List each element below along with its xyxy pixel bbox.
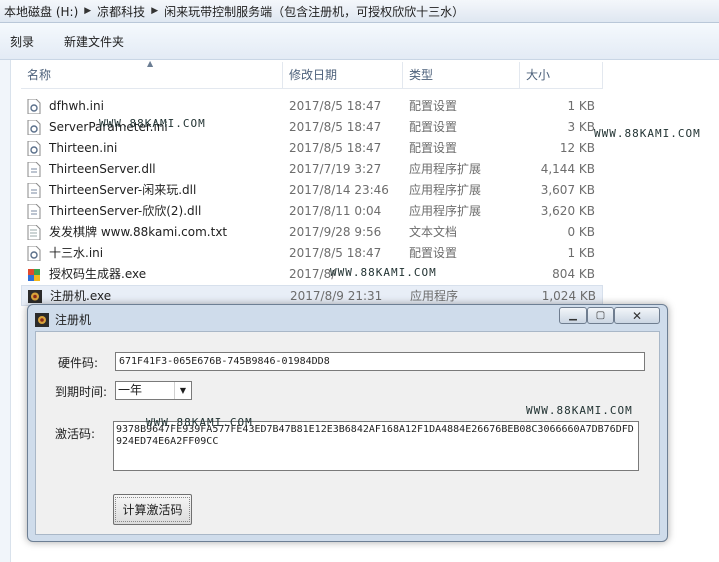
file-name: ThirteenServer.dll bbox=[49, 162, 156, 176]
file-date: 2017/8/14 23:46 bbox=[289, 183, 389, 197]
file-date: 2017/8/ bbox=[289, 267, 336, 281]
breadcrumb-folder-2[interactable]: 闲来玩带控制服务端（包含注册机，可授权欣欣十三水） bbox=[160, 3, 468, 20]
file-size: 4,144 KB bbox=[540, 162, 595, 176]
file-row-fafa-txt[interactable]: 发发棋牌 www.88kami.com.txt 2017/9/28 9:56 文… bbox=[21, 222, 603, 243]
dll-file-icon bbox=[27, 183, 41, 198]
address-bar[interactable]: 本地磁盘 (H:) ▶ 凉都科技 ▶ 闲来玩带控制服务端（包含注册机，可授权欣欣… bbox=[0, 0, 719, 23]
file-type: 应用程序扩展 bbox=[409, 162, 482, 176]
file-size: 3 KB bbox=[567, 120, 595, 134]
file-type: 应用程序扩展 bbox=[409, 204, 482, 218]
watermark-text: WWW.88KAMI.COM bbox=[594, 127, 701, 140]
file-size: 3,607 KB bbox=[540, 183, 595, 197]
txt-file-icon bbox=[27, 225, 41, 240]
minimize-icon: ▁ bbox=[569, 310, 577, 321]
file-row-thirteenserver-xinxin[interactable]: ThirteenServer-欣欣(2).dll 2017/8/11 0:04 … bbox=[21, 201, 603, 222]
close-icon: ✕ bbox=[631, 308, 643, 323]
column-header: 名称 ▲ 修改日期 类型 大小 bbox=[21, 59, 603, 89]
expiry-select[interactable]: 一年 ▼ bbox=[115, 381, 192, 400]
watermark-text: WWW.88KAMI.COM bbox=[146, 416, 253, 429]
file-name: dfhwh.ini bbox=[49, 99, 104, 113]
command-toolbar: 刻录 新建文件夹 bbox=[0, 23, 719, 60]
file-date: 2017/8/5 18:47 bbox=[289, 141, 382, 155]
keygen-dialog: 注册机 ▁ ▢ ✕ 硬件码: 671F41F3-065E676B-745B984… bbox=[27, 304, 668, 542]
watermark-text: WWW.88KAMI.COM bbox=[526, 404, 633, 417]
file-size: 1 KB bbox=[567, 99, 595, 113]
column-date-header[interactable]: 修改日期 bbox=[283, 62, 403, 88]
close-button[interactable]: ✕ bbox=[614, 307, 660, 324]
watermark-text: WWW.88KAMI.COM bbox=[330, 266, 437, 279]
column-type-header[interactable]: 类型 bbox=[403, 62, 520, 88]
file-date: 2017/8/5 18:47 bbox=[289, 120, 382, 134]
file-row-keygen-exe[interactable]: 注册机.exe 2017/8/9 21:31 应用程序 1,024 KB bbox=[21, 285, 603, 306]
file-name: ThirteenServer-闲来玩.dll bbox=[49, 183, 197, 197]
file-row-thirteen-ini[interactable]: Thirteen.ini 2017/8/5 18:47 配置设置 12 KB bbox=[21, 138, 603, 159]
breadcrumb-chevron-icon[interactable]: ▶ bbox=[149, 6, 160, 16]
sort-up-icon: ▲ bbox=[147, 59, 154, 68]
hardware-code-field[interactable]: 671F41F3-065E676B-745B9846-01984DD8 bbox=[115, 352, 645, 371]
file-date: 2017/7/19 3:27 bbox=[289, 162, 382, 176]
hardware-code-label: 硬件码: bbox=[58, 356, 99, 370]
file-row-thirteenserver-xianlaiwan[interactable]: ThirteenServer-闲来玩.dll 2017/8/14 23:46 应… bbox=[21, 180, 603, 201]
app-icon bbox=[35, 313, 49, 327]
calculate-activation-label: 计算激活码 bbox=[115, 497, 190, 522]
file-date: 2017/8/5 18:47 bbox=[289, 99, 382, 113]
file-name: ThirteenServer-欣欣(2).dll bbox=[49, 204, 202, 218]
dialog-client-area: 硬件码: 671F41F3-065E676B-745B9846-01984DD8… bbox=[35, 331, 660, 535]
maximize-icon: ▢ bbox=[595, 310, 606, 321]
dll-file-icon bbox=[27, 204, 41, 219]
file-date: 2017/9/28 9:56 bbox=[289, 225, 382, 239]
file-row-dfhwh[interactable]: dfhwh.ini 2017/8/5 18:47 配置设置 1 KB bbox=[21, 96, 603, 117]
file-size: 1 KB bbox=[567, 246, 595, 260]
calculate-activation-button[interactable]: 计算激活码 bbox=[113, 494, 192, 525]
new-folder-button[interactable]: 新建文件夹 bbox=[64, 33, 124, 50]
ini-file-icon bbox=[27, 120, 41, 135]
expiry-selected-value: 一年 bbox=[118, 383, 143, 397]
ini-file-icon bbox=[27, 99, 41, 114]
file-name: Thirteen.ini bbox=[49, 141, 118, 155]
dialog-titlebar[interactable]: 注册机 bbox=[35, 310, 91, 330]
file-name: 发发棋牌 www.88kami.com.txt bbox=[49, 225, 228, 239]
file-type: 配置设置 bbox=[409, 99, 458, 113]
ini-file-icon bbox=[27, 141, 41, 156]
column-size-header[interactable]: 大小 bbox=[520, 62, 603, 88]
file-date: 2017/8/11 0:04 bbox=[289, 204, 382, 218]
file-type: 配置设置 bbox=[409, 120, 458, 134]
file-size: 12 KB bbox=[559, 141, 595, 155]
file-row-thirteenserver-dll[interactable]: ThirteenServer.dll 2017/7/19 3:27 应用程序扩展… bbox=[21, 159, 603, 180]
breadcrumb-drive[interactable]: 本地磁盘 (H:) bbox=[0, 3, 82, 20]
burn-button[interactable]: 刻录 bbox=[10, 33, 34, 50]
file-row-shisanshui-ini[interactable]: 十三水.ini 2017/8/5 18:47 配置设置 1 KB bbox=[21, 243, 603, 264]
file-size: 0 KB bbox=[567, 225, 595, 239]
generator-exe-icon bbox=[28, 269, 40, 281]
dll-file-icon bbox=[27, 162, 41, 177]
minimize-button[interactable]: ▁ bbox=[559, 307, 587, 324]
dialog-title: 注册机 bbox=[55, 313, 92, 327]
activation-code-label: 激活码: bbox=[55, 427, 96, 441]
file-name: 授权码生成器.exe bbox=[49, 267, 147, 281]
file-size: 3,620 KB bbox=[540, 204, 595, 218]
expiry-label: 到期时间: bbox=[55, 385, 108, 399]
breadcrumb-chevron-icon[interactable]: ▶ bbox=[82, 6, 93, 16]
watermark-text: WWW.88KAMI.COM bbox=[99, 117, 206, 130]
file-type: 应用程序扩展 bbox=[409, 183, 482, 197]
file-row-generator-exe[interactable]: 授权码生成器.exe 2017/8/ 804 KB bbox=[21, 264, 603, 285]
ini-file-icon bbox=[27, 246, 41, 261]
breadcrumb-folder-1[interactable]: 凉都科技 bbox=[93, 3, 149, 20]
file-name: 十三水.ini bbox=[49, 246, 104, 260]
file-date: 2017/8/5 18:47 bbox=[289, 246, 382, 260]
navigation-pane[interactable] bbox=[0, 60, 11, 562]
app-exe-icon bbox=[28, 290, 42, 303]
file-type: 配置设置 bbox=[409, 141, 458, 155]
file-type: 配置设置 bbox=[409, 246, 458, 260]
maximize-button[interactable]: ▢ bbox=[587, 307, 614, 324]
file-size: 804 KB bbox=[552, 267, 595, 281]
file-type: 文本文档 bbox=[409, 225, 458, 239]
chevron-down-icon[interactable]: ▼ bbox=[174, 382, 191, 399]
